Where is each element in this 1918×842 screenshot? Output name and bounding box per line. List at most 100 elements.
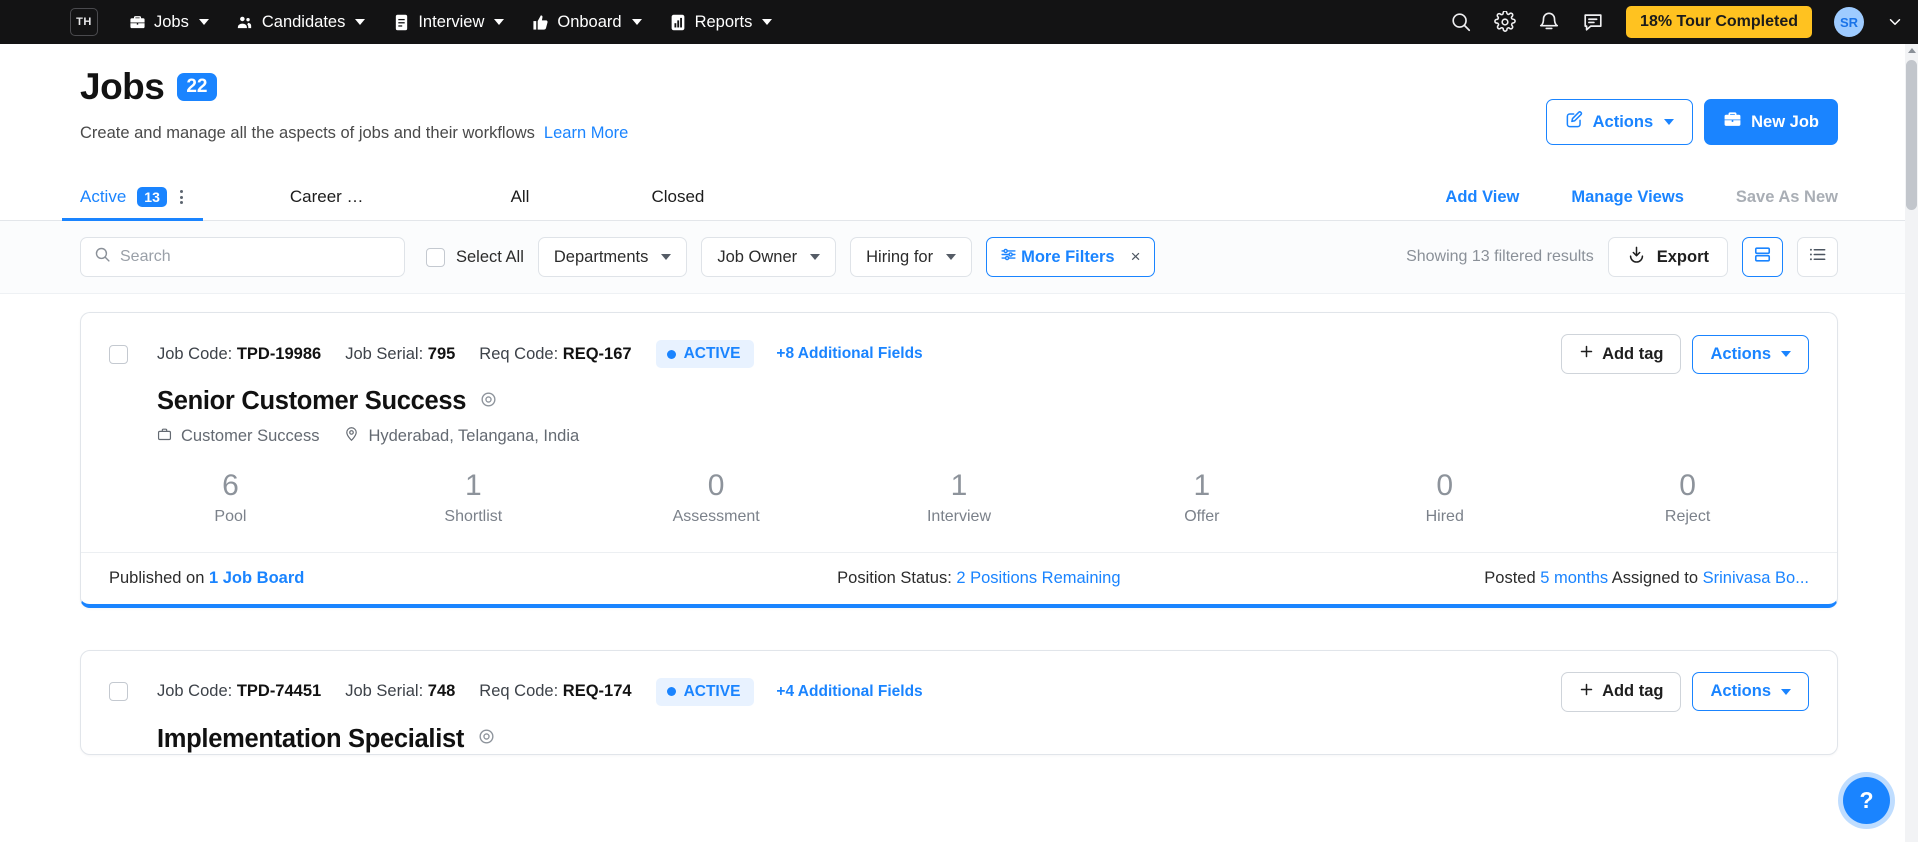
page-scroll-thumb[interactable] [1906,60,1917,210]
tab-closed[interactable]: Closed [651,187,704,220]
posted-time-link[interactable]: 5 months [1540,569,1608,587]
chevron-down-icon [661,254,672,260]
nav-item-onboard[interactable]: Onboard [531,13,642,32]
avatar[interactable]: SR [1834,7,1864,37]
tab-active[interactable]: Active 13 [62,187,203,221]
app-logo[interactable]: TH [70,8,98,36]
learn-more-link[interactable]: Learn More [544,124,628,143]
visibility-eye-icon[interactable] [479,390,498,414]
select-all-control[interactable]: Select All [426,247,524,267]
actions-button-label: Actions [1592,112,1654,131]
chat-icon[interactable] [1582,11,1604,33]
actions-button[interactable]: Actions [1545,99,1694,145]
chevron-down-icon [946,254,957,260]
additional-fields-link[interactable]: +4 Additional Fields [776,683,922,701]
stat-pool-label: Pool [214,507,247,525]
more-filters-button[interactable]: More Filters × [986,237,1155,277]
job-card-actions: Add tag Actions [1561,671,1809,712]
chevron-down-icon [1781,351,1791,357]
stat-interview-label: Interview [926,507,992,525]
published-info: Published on 1 Job Board [109,569,304,588]
stat-pool[interactable]: 6 Pool [109,469,352,526]
tab-overflow-menu-icon[interactable] [178,190,185,204]
nav-item-candidates[interactable]: Candidates [236,13,366,32]
plus-icon [1579,682,1594,702]
page-container: Jobs 22 Create and manage all the aspect… [0,44,1918,842]
bell-icon[interactable] [1538,11,1560,33]
departments-filter[interactable]: Departments [537,237,688,277]
status-dot-icon [666,349,676,359]
stat-reject[interactable]: 0 Reject [1566,469,1809,526]
add-tag-button[interactable]: Add tag [1561,671,1682,712]
save-as-new-button: Save As New [1735,188,1838,206]
search-input[interactable] [120,248,391,266]
status-badge-label: ACTIVE [683,682,741,700]
tab-all[interactable]: All [511,187,530,220]
job-actions-label: Actions [1710,682,1771,700]
visibility-eye-icon[interactable] [477,727,496,751]
job-actions-button[interactable]: Actions [1692,334,1809,374]
job-code-value: TPD-74451 [236,682,322,700]
job-select-checkbox[interactable] [109,344,128,364]
stat-offer[interactable]: 1 Offer [1080,469,1323,526]
assigned-user-link[interactable]: Srinivasa Bo... [1703,569,1809,587]
nav-item-jobs[interactable]: Jobs [128,13,209,32]
page-scrollbar[interactable] [1905,44,1918,842]
req-code-value: REQ-174 [562,682,632,700]
people-icon [236,13,254,31]
stat-offer-value: 1 [1193,469,1211,502]
download-icon [1627,245,1646,269]
export-button[interactable]: Export [1607,237,1728,277]
select-all-checkbox[interactable] [426,247,445,267]
tour-progress-badge[interactable]: 18% Tour Completed [1626,6,1812,38]
additional-fields-link[interactable]: +8 Additional Fields [776,345,922,363]
job-code-label: Job Code: [157,682,233,700]
job-serial-meta: Job Serial: 795 [345,345,455,364]
job-board-link[interactable]: 1 Job Board [209,569,304,587]
stat-interview[interactable]: 1 Interview [838,469,1081,526]
clear-filters-close-icon[interactable]: × [1131,247,1141,267]
list-view-toggle[interactable] [1797,237,1838,277]
hiring-for-filter[interactable]: Hiring for [850,237,973,277]
job-serial-value: 748 [427,682,456,700]
stat-assessment[interactable]: 0 Assessment [595,469,838,526]
stat-pool-value: 6 [222,469,239,502]
job-title[interactable]: Senior Customer Success [157,387,466,416]
header-actions: Actions New Job [1545,99,1838,145]
tab-career-site[interactable]: Career … [290,187,364,220]
nav-item-reports[interactable]: Reports [669,13,773,32]
chevron-down-icon [198,19,209,25]
profile-chevron-down-icon[interactable] [1886,13,1904,31]
list-view-icon [1808,245,1827,269]
stat-reject-label: Reject [1664,507,1711,525]
job-card[interactable]: Job Code: TPD-19986 Job Serial: 795 Req … [80,312,1838,608]
search-box[interactable] [80,237,405,277]
new-job-button[interactable]: New Job [1704,99,1838,145]
tab-all-label: All [510,187,530,206]
job-actions-button[interactable]: Actions [1692,672,1809,711]
grid-view-toggle[interactable] [1742,237,1783,277]
stat-hired[interactable]: 0 Hired [1323,469,1566,526]
positions-remaining-link[interactable]: 2 Positions Remaining [956,569,1120,587]
job-title[interactable]: Implementation Specialist [157,725,464,754]
job-owner-filter-label: Job Owner [717,247,798,266]
chevron-down-icon [494,19,505,25]
view-tabs: Active 13 Career … All Closed Add View M… [0,169,1918,221]
job-card[interactable]: Job Code: TPD-74451 Job Serial: 748 Req … [80,649,1838,755]
departments-filter-label: Departments [553,247,649,266]
thumbs-up-icon [531,13,549,31]
stat-shortlist[interactable]: 1 Shortlist [352,469,595,526]
job-owner-filter[interactable]: Job Owner [701,237,837,277]
nav-item-interview[interactable]: Interview [392,13,505,32]
add-tag-label: Add tag [1602,344,1664,363]
manage-views-button[interactable]: Manage Views [1571,188,1684,207]
status-dot-icon [666,687,676,696]
add-view-button[interactable]: Add View [1445,188,1519,207]
posted-assigned-info: Posted 5 months Assigned to Srinivasa Bo… [1484,569,1809,588]
gear-icon[interactable] [1494,11,1516,33]
help-button[interactable]: ? [1843,777,1890,824]
search-icon[interactable] [1450,11,1472,33]
scroll-up-arrow-icon[interactable] [1908,48,1916,53]
job-select-checkbox[interactable] [109,682,128,701]
add-tag-button[interactable]: Add tag [1561,334,1682,374]
